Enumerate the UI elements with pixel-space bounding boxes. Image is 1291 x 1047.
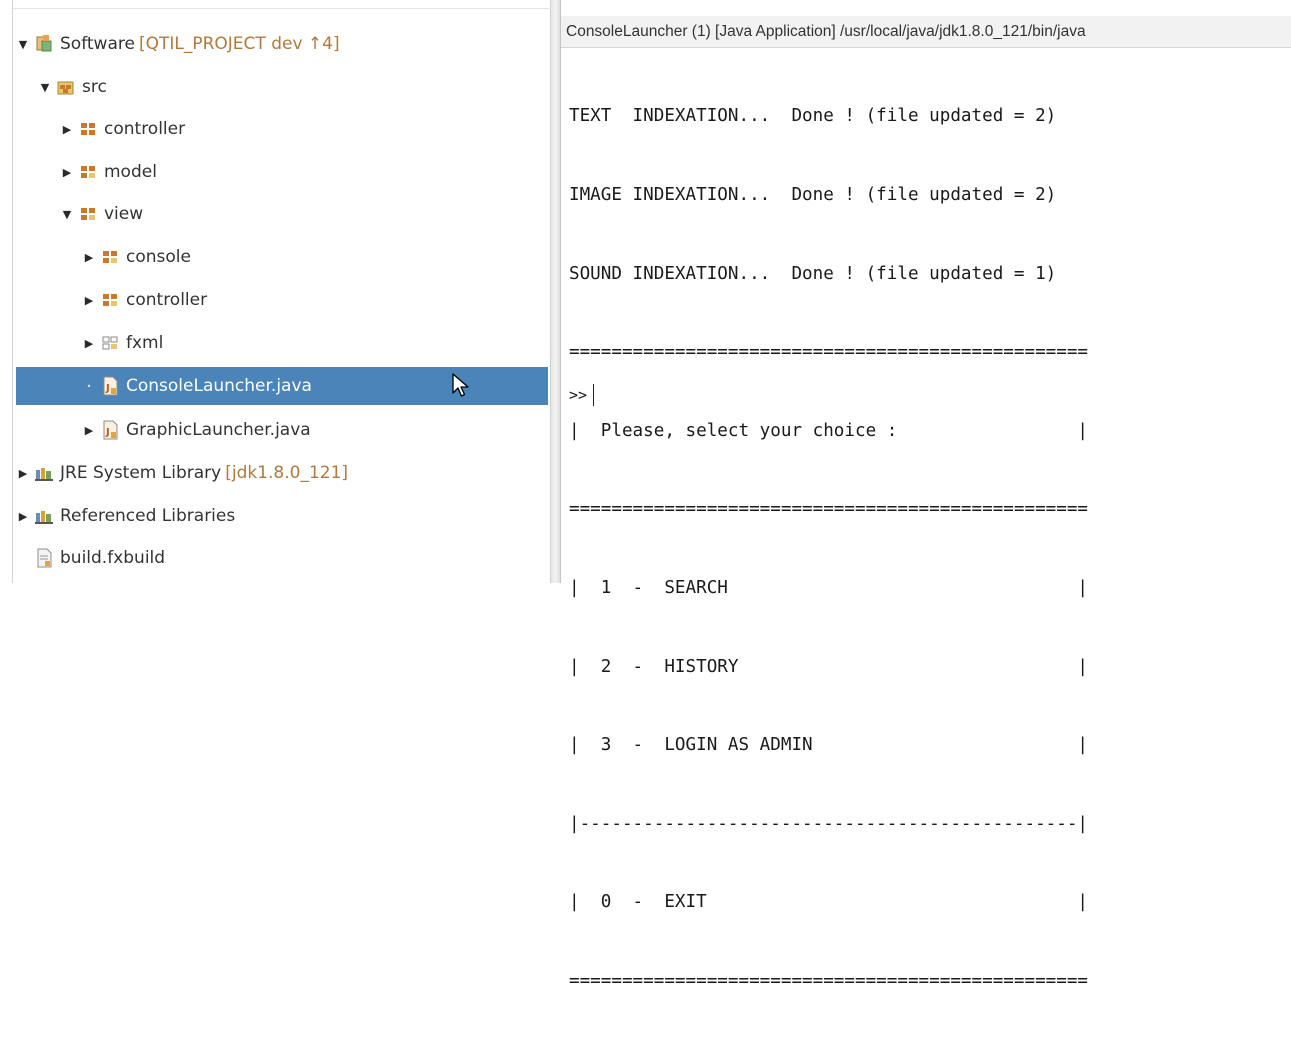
console-process-title: ConsoleLauncher (1) [Java Application] /… [561, 16, 1291, 48]
console-line: |---------------------------------------… [569, 813, 1089, 834]
console-line: ========================================… [569, 342, 1089, 363]
mouse-pointer-icon [452, 373, 470, 403]
console-line: | 0 - EXIT | [569, 892, 1089, 913]
console-line: IMAGE INDEXATION... Done ! (file updated… [569, 185, 1057, 205]
tree-item-label: console [126, 247, 191, 267]
expanded-arrow-icon[interactable]: ▼ [60, 208, 74, 221]
tree-item-label: controller [104, 119, 186, 139]
tree-item-graphiclauncher-java[interactable]: ▶ J GraphicLauncher.java [82, 413, 548, 447]
svg-text:J: J [105, 383, 110, 394]
java-file-icon: J [100, 376, 120, 396]
svg-text:J: J [105, 427, 110, 438]
tree-item-fxml-package[interactable]: ▶ fxml [82, 326, 548, 360]
console-prompt: >> [569, 386, 588, 404]
console-line: TEXT INDEXATION... Done ! (file updated … [569, 106, 1057, 127]
package-icon [78, 204, 98, 224]
tree-dot-icon: • [86, 381, 92, 391]
tree-item-model-package[interactable]: ▶ model [60, 155, 548, 189]
console-view: ConsoleLauncher (1) [Java Application] /… [561, 0, 1291, 991]
console-output[interactable]: TEXT INDEXATION... Done ! (file updated … [569, 51, 1289, 1047]
view-splitter[interactable] [551, 0, 561, 583]
java-file-icon: J [100, 420, 120, 440]
package-icon [100, 290, 120, 310]
tree-item-console-package[interactable]: ▶ console [82, 240, 548, 274]
project-icon [34, 34, 54, 54]
collapsed-arrow-icon[interactable]: ▶ [16, 467, 30, 480]
file-icon [34, 548, 54, 568]
console-line: | 3 - LOGIN AS ADMIN | [569, 735, 1089, 756]
text-caret [593, 384, 595, 406]
tree-item-project[interactable]: ▼ Software [QTIL_PROJECT dev ↑4] [16, 27, 548, 61]
explorer-top-border [12, 0, 551, 9]
expanded-arrow-icon[interactable]: ▼ [38, 81, 52, 94]
console-top-strip [561, 0, 1291, 16]
expanded-arrow-icon[interactable]: ▼ [16, 38, 30, 51]
tree-item-build-fxbuild[interactable]: build.fxbuild [34, 541, 548, 575]
package-icon [78, 162, 98, 182]
console-line: ========================================… [569, 970, 1089, 991]
tree-item-label: ConsoleLauncher.java [126, 376, 312, 396]
collapsed-arrow-icon[interactable]: ▶ [82, 424, 96, 437]
tree-item-src[interactable]: ▼ src [38, 70, 548, 104]
console-line: SOUND INDEXATION... Done ! (file updated… [569, 263, 1057, 284]
tree-item-view-package[interactable]: ▼ view [60, 197, 548, 231]
library-icon [34, 463, 54, 483]
package-icon [100, 247, 120, 267]
library-icon [34, 506, 54, 526]
console-line: | Please, select your choice : | [569, 420, 1089, 441]
collapsed-arrow-icon[interactable]: ▶ [60, 166, 74, 179]
console-line: ========================================… [569, 499, 1089, 520]
tree-item-label: Referenced Libraries [60, 506, 236, 526]
console-line: | 2 - HISTORY | [569, 656, 1089, 677]
jdk-version-decoration: [jdk1.8.0_121] [225, 463, 349, 483]
tree-item-label: GraphicLauncher.java [126, 420, 311, 440]
tree-item-label: controller [126, 290, 208, 310]
source-folder-icon [56, 77, 76, 97]
collapsed-arrow-icon[interactable]: ▶ [16, 510, 30, 523]
tree-item-label: Software [60, 34, 135, 54]
collapsed-arrow-icon[interactable]: ▶ [82, 294, 96, 307]
tree-item-label: view [104, 204, 144, 224]
git-branch-decoration: [QTIL_PROJECT dev ↑4] [138, 34, 340, 54]
tree-item-referenced-libraries[interactable]: ▶ Referenced Libraries [16, 499, 548, 533]
tree-item-label: src [82, 77, 107, 97]
console-input-line[interactable]: >> [569, 384, 595, 406]
tree-item-view-controller-package[interactable]: ▶ controller [82, 283, 548, 317]
tree-item-label: fxml [126, 333, 164, 353]
explorer-left-border [12, 0, 13, 583]
collapsed-arrow-icon[interactable]: ▶ [82, 251, 96, 264]
tree-item-label: JRE System Library [60, 463, 222, 483]
console-line: | 1 - SEARCH | [569, 577, 1089, 598]
tree-item-label: model [104, 162, 157, 182]
tree-item-controller-package[interactable]: ▶ controller [60, 112, 548, 146]
package-icon [78, 119, 98, 139]
tree-item-jre-system-library[interactable]: ▶ JRE System Library [jdk1.8.0_121] [16, 456, 548, 490]
collapsed-arrow-icon[interactable]: ▶ [60, 123, 74, 136]
collapsed-arrow-icon[interactable]: ▶ [82, 337, 96, 350]
tree-item-label: build.fxbuild [60, 548, 166, 568]
empty-package-icon [100, 333, 120, 353]
project-explorer: ▼ Software [QTIL_PROJECT dev ↑4] ▼ src ▶… [0, 0, 551, 583]
